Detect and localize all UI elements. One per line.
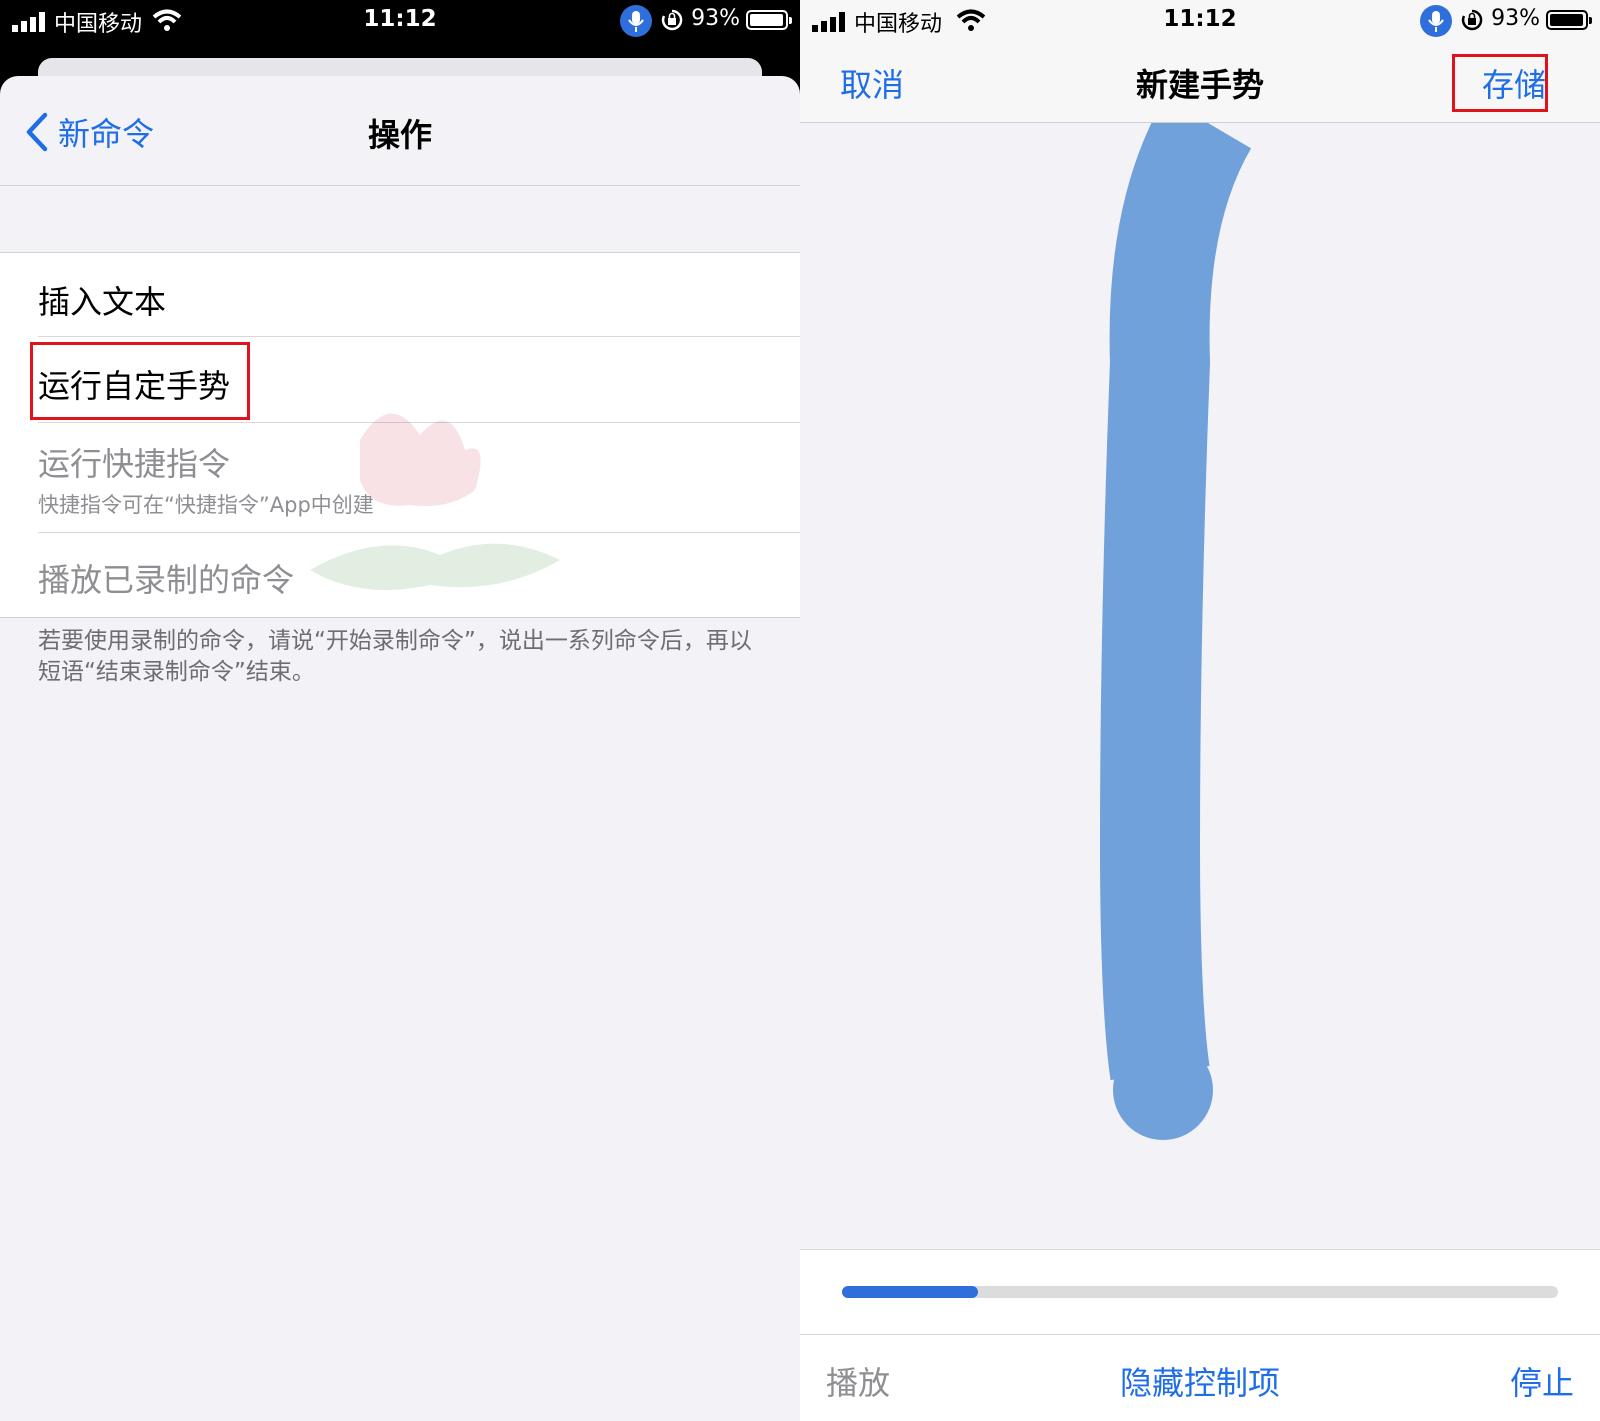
rotation-lock-icon	[661, 9, 683, 31]
stop-button[interactable]: 停止	[1510, 1358, 1574, 1404]
watermark-logo	[310, 413, 560, 590]
page-title: 操作	[367, 116, 432, 154]
battery-icon	[746, 10, 792, 30]
microphone-icon	[1420, 5, 1452, 37]
action-insert-text[interactable]: 插入文本	[38, 253, 800, 337]
battery-percentage: 93%	[691, 6, 740, 31]
status-bar: 中国移动 11:12 93%	[800, 0, 1600, 46]
playback-progress-fill	[842, 1286, 979, 1298]
playback-progress-bar[interactable]	[842, 1286, 1558, 1298]
gesture-drawing-canvas[interactable]	[800, 97, 1600, 1249]
rotation-lock-icon	[1461, 9, 1483, 31]
battery-percentage: 93%	[1491, 6, 1540, 31]
navigation-bar: 新命令 操作	[0, 76, 800, 186]
footnote-text: 若要使用录制的命令，请说“开始录制命令”，说出一系列命令后，再以短语“结束录制命…	[38, 628, 752, 685]
highlight-box	[30, 342, 250, 420]
playback-controls: 播放 隐藏控制项 停止	[800, 1249, 1600, 1421]
microphone-icon	[620, 5, 652, 37]
highlight-box	[1452, 54, 1548, 112]
actions-screen: 中国移动 11:12 93% 新命令 操作 插入文本 运行自定手势 运行快捷指令…	[0, 0, 800, 1421]
divider	[800, 1334, 1600, 1335]
new-gesture-screen: 取消 新建手势 存储 中国移动 11:12 93% 播放 隐藏控制项 停止	[800, 0, 1600, 1421]
actions-sheet: 新命令 操作 插入文本 运行自定手势 运行快捷指令 快捷指令可在“快捷指令”Ap…	[0, 76, 800, 1421]
gesture-stroke	[1099, 97, 1252, 1140]
battery-icon	[1546, 10, 1592, 30]
hide-controls-button[interactable]: 隐藏控制项	[800, 1358, 1600, 1404]
status-bar: 中国移动 11:12 93%	[0, 0, 800, 46]
action-label: 插入文本	[38, 283, 167, 321]
